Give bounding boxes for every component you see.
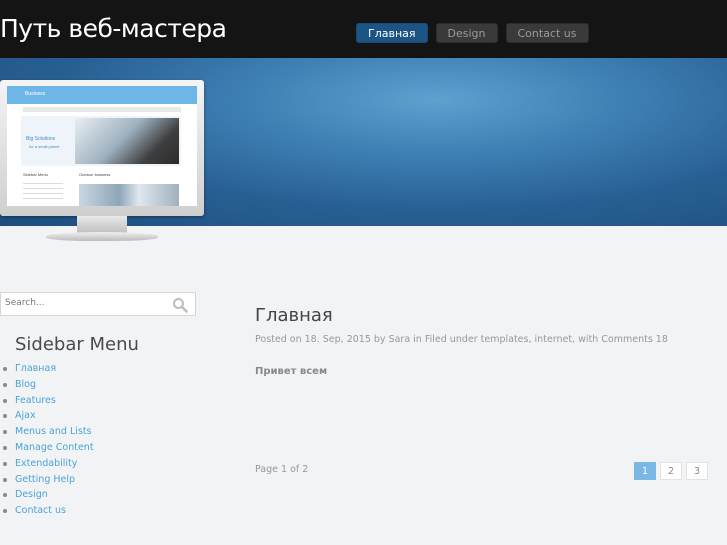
site-title[interactable]: Путь веб-мастера bbox=[0, 14, 227, 43]
sidebar-item-extendability[interactable]: Extendability bbox=[0, 456, 94, 472]
page-button-3[interactable]: 3 bbox=[686, 462, 708, 480]
sidebar-item-features[interactable]: Features bbox=[0, 393, 94, 409]
screen-hero-title: Big Solutions bbox=[26, 136, 56, 142]
search-input[interactable] bbox=[5, 298, 165, 308]
post-body: Привет всем bbox=[255, 366, 328, 377]
screen-col2-title: Outdoor business bbox=[79, 172, 111, 177]
monitor-screen: Business Big Solutions for a small plane… bbox=[7, 86, 197, 206]
sidebar-item-home[interactable]: Главная bbox=[0, 361, 94, 377]
screen-photo bbox=[75, 118, 179, 164]
sidebar-item-design[interactable]: Design bbox=[0, 487, 94, 503]
sidebar-item-blog[interactable]: Blog bbox=[0, 377, 94, 393]
sidebar-item-ajax[interactable]: Ajax bbox=[0, 408, 94, 424]
sidebar-title: Sidebar Menu bbox=[15, 334, 139, 355]
post-title[interactable]: Главная bbox=[255, 305, 333, 326]
main-nav: Главная Design Contact us bbox=[356, 23, 589, 43]
nav-item-design[interactable]: Design bbox=[435, 23, 498, 43]
nav-item-contact[interactable]: Contact us bbox=[505, 23, 589, 43]
sidebar-item-menus-lists[interactable]: Menus and Lists bbox=[0, 424, 94, 440]
search-box bbox=[0, 292, 196, 316]
monitor-base bbox=[46, 232, 158, 241]
search-icon[interactable] bbox=[172, 297, 188, 313]
screen-people-photo bbox=[79, 184, 179, 206]
screen-col1-title: Sidebar Menu bbox=[23, 172, 48, 177]
screen-hero-subtitle: for a small planet bbox=[29, 144, 60, 149]
site-header: Путь веб-мастера Главная Design Contact … bbox=[0, 0, 727, 58]
sidebar-item-manage-content[interactable]: Manage Content bbox=[0, 440, 94, 456]
page-info: Page 1 of 2 bbox=[255, 464, 309, 475]
page-button-1[interactable]: 1 bbox=[634, 462, 656, 480]
nav-item-home[interactable]: Главная bbox=[356, 23, 428, 43]
post-meta: Posted on 18. Sep, 2015 by Sara in Filed… bbox=[255, 334, 668, 345]
screen-brand: Business bbox=[25, 91, 46, 97]
screen-menu-lines bbox=[23, 179, 63, 203]
sidebar-item-contact[interactable]: Contact us bbox=[0, 503, 94, 519]
sidebar-item-getting-help[interactable]: Getting Help bbox=[0, 472, 94, 488]
pagination: 1 2 3 bbox=[634, 462, 708, 480]
sidebar-menu: Главная Blog Features Ajax Menus and Lis… bbox=[0, 361, 94, 519]
screen-nav bbox=[23, 107, 181, 112]
page-button-2[interactable]: 2 bbox=[660, 462, 682, 480]
monitor-image: Business Big Solutions for a small plane… bbox=[0, 80, 204, 216]
